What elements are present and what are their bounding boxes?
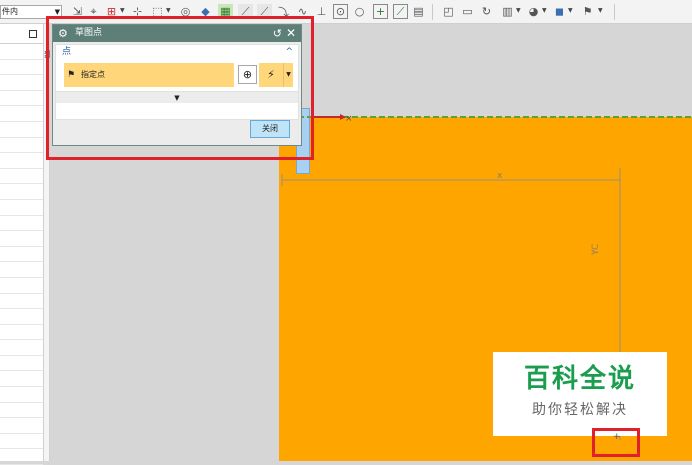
watermark-title: 百科全说: [523, 364, 636, 394]
watermark: 百科全说 助你轻松解决: [493, 352, 667, 436]
plus-icon: +: [613, 432, 621, 442]
corner-highlight-box: +: [592, 428, 640, 457]
dialog-highlight-box: [46, 16, 314, 160]
dimension-x-label[interactable]: x: [497, 171, 503, 181]
dimension-y-label[interactable]: YC: [591, 244, 601, 256]
watermark-subtitle: 助你轻松解决: [532, 402, 628, 418]
origin-marker: ×: [345, 114, 353, 124]
